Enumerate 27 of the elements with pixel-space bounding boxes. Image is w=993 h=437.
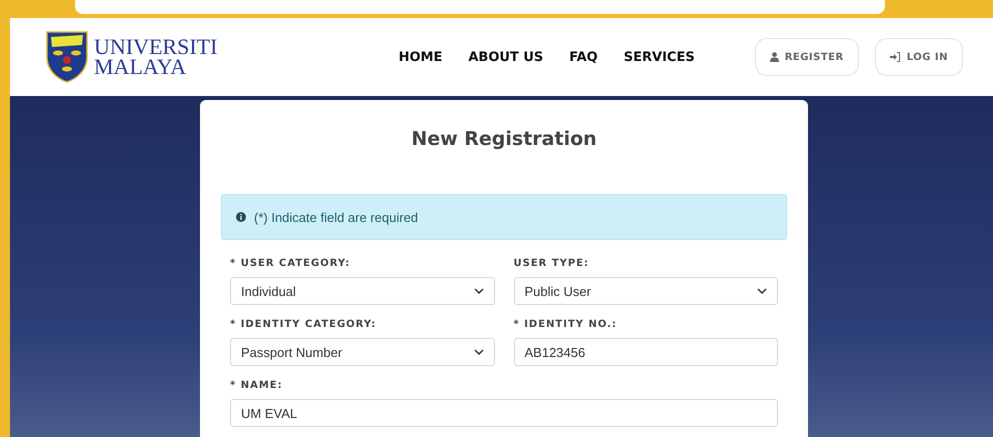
dropdown-field[interactable]: Public User	[514, 277, 778, 305]
nav-link[interactable]: FAQ	[569, 50, 598, 64]
field-label: * IDENTITY NO.:	[514, 319, 618, 330]
register-button[interactable]: REGISTER	[754, 38, 859, 76]
field-label: USER TYPE:	[514, 258, 590, 269]
input-field[interactable]: AB123456	[514, 338, 778, 366]
notice-text: (*) Indicate field are required	[254, 210, 418, 224]
crest-icon	[46, 31, 88, 83]
logo-text: MALAYA	[94, 57, 186, 77]
dropdown-field[interactable]: Passport Number	[230, 338, 494, 366]
chevron-down-icon	[474, 349, 484, 355]
dropdown-field[interactable]: Individual	[230, 277, 494, 305]
user-icon	[770, 52, 779, 62]
login-button[interactable]: LOG IN	[874, 38, 963, 76]
nav-link[interactable]: ABOUT US	[468, 50, 544, 64]
sign-in-icon	[890, 52, 901, 62]
nav-link[interactable]: HOME	[398, 50, 442, 64]
nav-link[interactable]: SERVICES	[624, 50, 695, 64]
form-title: New Registration	[410, 128, 598, 150]
field-label: * NAME:	[230, 380, 284, 391]
chevron-down-icon	[757, 288, 767, 294]
info-icon	[236, 212, 246, 222]
field-label: * USER CATEGORY:	[230, 258, 352, 269]
chevron-down-icon	[474, 288, 484, 294]
input-field[interactable]: UM EVAL	[230, 399, 778, 427]
logo-text: UNIVERSITI	[94, 37, 218, 57]
field-label: * IDENTITY CATEGORY:	[230, 319, 378, 330]
